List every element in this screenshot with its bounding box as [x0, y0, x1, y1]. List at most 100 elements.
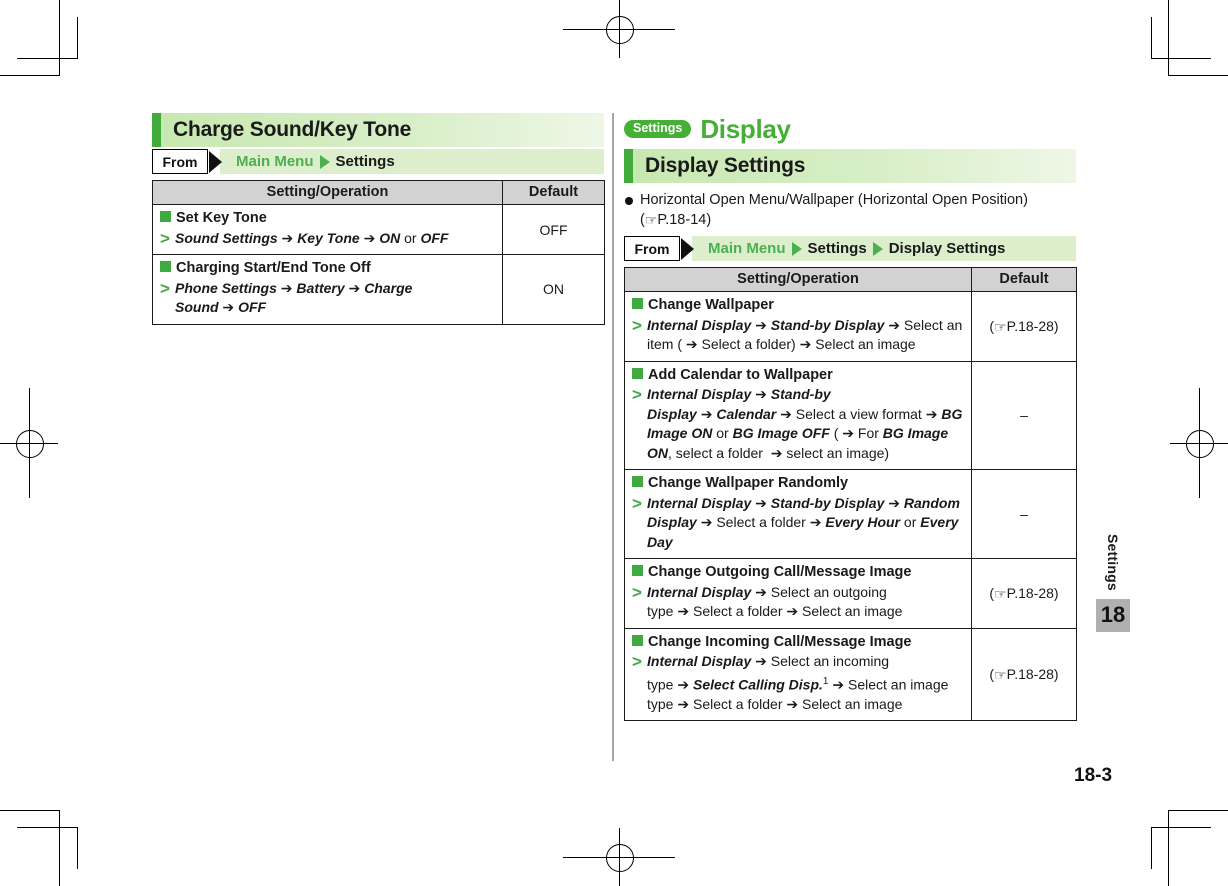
operation-title: Change Outgoing Call/Message Image: [632, 563, 965, 583]
bullet-icon: [625, 197, 633, 205]
from-path-step-0: Main Menu: [708, 240, 786, 257]
table-row: Set Key Tone > Sound Settings ➔ Key Tone ➔…: [152, 204, 605, 255]
cell-default-value: (☞P.18-28): [971, 558, 1077, 629]
cell-default-value: (☞P.18-28): [971, 627, 1077, 722]
col-header-setting-operation: Setting/Operation: [624, 267, 972, 292]
from-path-left: Main Menu Settings: [222, 149, 395, 174]
table-row: Change Incoming Call/Message Image > Inter…: [624, 627, 1077, 722]
table-row: Change Wallpaper > Internal Display ➔ Stan…: [624, 291, 1077, 362]
operation-steps: > Internal Display ➔ Stand-by Display ➔ C…: [632, 385, 963, 461]
chevron-right-icon: [319, 154, 330, 169]
steps-marker-icon: >: [632, 385, 642, 404]
section-accent-bar: [152, 113, 161, 147]
side-tab: Settings 18: [1096, 534, 1130, 632]
registration-mark-left: [0, 388, 58, 498]
steps-marker-icon: >: [632, 315, 642, 335]
registration-mark-bottom: [563, 828, 675, 886]
col-header-setting-operation: Setting/Operation: [152, 180, 503, 205]
operation-title: Change Incoming Call/Message Image: [632, 633, 965, 653]
table-row: Charging Start/End Tone Off > Phone Settin…: [152, 254, 605, 325]
cell-setting-operation: Change Wallpaper Randomly > Internal Displ…: [624, 469, 972, 559]
green-square-icon: [632, 634, 643, 646]
note-text: Horizontal Open Menu/Wallpaper (Horizont…: [640, 192, 1028, 208]
table-row: Add Calendar to Wallpaper > Internal Displ…: [624, 360, 1077, 470]
green-square-icon: [632, 298, 643, 309]
operation-steps: > Internal Display ➔ Select an outgoing t…: [632, 582, 903, 620]
operation-title: Set Key Tone: [160, 209, 496, 229]
operation-steps: > Internal Display ➔ Select an incoming t…: [632, 652, 949, 712]
operation-steps: > Internal Display ➔ Stand-by Display ➔ S…: [632, 315, 963, 353]
table-header-row: Setting/Operation Default: [624, 267, 1077, 292]
from-path-step-1: Settings: [335, 153, 395, 170]
cell-setting-operation: Change Incoming Call/Message Image > Inter…: [624, 627, 972, 722]
hand-pointing-icon: ☞: [994, 666, 1007, 683]
left-column: Charge Sound/Key Tone From Main Menu Set…: [152, 113, 605, 325]
column-divider: [612, 113, 614, 761]
operation-title: Add Calendar to Wallpaper: [632, 366, 965, 386]
hand-pointing-icon: ☞: [994, 585, 1007, 602]
operation-steps: > Internal Display ➔ Stand-by Display ➔ R…: [632, 493, 960, 550]
table-display-settings: Setting/Operation Default Change Wallpap…: [624, 267, 1077, 722]
registration-mark-right: [1170, 388, 1228, 498]
page-number: 18-3: [1074, 765, 1113, 786]
note-ref-page: P.18-14: [657, 212, 707, 228]
steps-marker-icon: >: [632, 652, 642, 671]
from-arrow-icon: [209, 150, 222, 173]
operation-title: Charging Start/End Tone Off: [160, 259, 496, 279]
section-header-display-settings: Display Settings: [624, 149, 1076, 183]
chapter-badge: Settings: [624, 119, 692, 139]
green-square-icon: [160, 261, 171, 272]
col-header-default: Default: [971, 267, 1077, 292]
cell-default-value: ON: [502, 254, 605, 325]
from-path-step-0: Main Menu: [236, 153, 314, 170]
cell-setting-operation: Add Calendar to Wallpaper > Internal Displ…: [624, 360, 972, 470]
cell-default-value: –: [971, 469, 1077, 559]
section-title-text: Charge Sound/Key Tone: [173, 118, 412, 141]
section-header-charge-sound: Charge Sound/Key Tone: [152, 113, 604, 147]
table-charge-sound: Setting/Operation Default Set Key Tone > S…: [152, 180, 605, 325]
from-label-box: From: [624, 236, 680, 261]
steps-marker-icon: >: [160, 278, 170, 298]
green-square-icon: [632, 476, 643, 487]
cell-setting-operation: Change Outgoing Call/Message Image > Inter…: [624, 558, 972, 629]
operation-title: Change Wallpaper Randomly: [632, 474, 965, 494]
from-path-right: Main Menu Settings Display Settings: [694, 236, 1005, 261]
cell-default-value: OFF: [502, 204, 605, 255]
table-row: Change Wallpaper Randomly > Internal Displ…: [624, 469, 1077, 559]
chevron-right-icon: [791, 241, 802, 256]
side-tab-label: Settings: [1105, 534, 1121, 591]
section-title-text: Display Settings: [645, 154, 806, 177]
green-square-icon: [632, 367, 643, 379]
steps-marker-icon: >: [632, 582, 642, 602]
cell-setting-operation: Charging Start/End Tone Off > Phone Settin…: [152, 254, 503, 325]
section-accent-bar: [624, 149, 633, 183]
registration-mark-top: [563, 0, 675, 58]
manual-page: Charge Sound/Key Tone From Main Menu Set…: [0, 0, 1228, 886]
col-header-default: Default: [502, 180, 605, 205]
table-row: Change Outgoing Call/Message Image > Inter…: [624, 558, 1077, 629]
cell-default-value: –: [971, 360, 1077, 470]
table-header-row: Setting/Operation Default: [152, 180, 605, 205]
cell-default-value: (☞P.18-28): [971, 291, 1077, 362]
from-label-box: From: [152, 149, 208, 174]
side-tab-chapter-number: 18: [1096, 598, 1130, 632]
steps-marker-icon: >: [632, 493, 642, 513]
chapter-title: Display: [700, 113, 791, 144]
steps-marker-icon: >: [160, 228, 170, 248]
operation-steps: > Sound Settings ➔ Key Tone ➔ ON or OFF: [160, 228, 449, 248]
operation-title: Change Wallpaper: [632, 296, 965, 316]
operation-steps: > Phone Settings ➔ Battery ➔ Charge Sound…: [160, 278, 413, 316]
note-ref-close: ): [706, 212, 712, 228]
note-horizontal-open: Horizontal Open Menu/Wallpaper (Horizont…: [624, 191, 1076, 230]
from-bar-right: From Main Menu Settings Display Settings: [624, 236, 1076, 261]
from-bar-left: From Main Menu Settings: [152, 149, 604, 174]
cell-setting-operation: Change Wallpaper > Internal Display ➔ Stan…: [624, 291, 972, 362]
from-arrow-icon: [681, 237, 694, 260]
chapter-header: Settings Display: [624, 113, 1076, 145]
from-path-step-2: Display Settings: [888, 240, 1006, 257]
hand-pointing-icon: ☞: [994, 318, 1007, 335]
green-square-icon: [632, 565, 643, 576]
right-column: Settings Display Display Settings Horizo…: [624, 113, 1077, 722]
chevron-right-icon-2: [872, 241, 883, 256]
from-path-step-1: Settings: [807, 240, 867, 257]
